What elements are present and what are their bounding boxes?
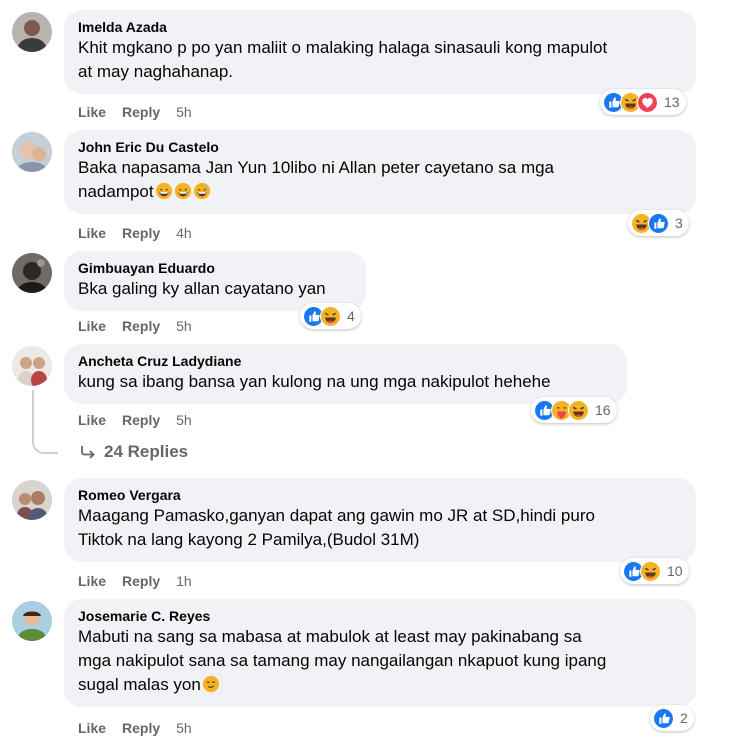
comment-text: Maagang Pamasko,ganyan dapat ang gawin m… [78, 506, 595, 525]
comment-text-part: sugal malas yon [78, 675, 201, 694]
comment-actions: Like Reply 5h [78, 719, 192, 737]
comment-bubble: Romeo Vergara Maagang Pamasko,ganyan dap… [64, 478, 696, 562]
like-button[interactable]: Like [78, 104, 106, 120]
comment-bubble: John Eric Du Castelo Baka napasama Jan Y… [64, 130, 696, 214]
comment-author[interactable]: Romeo Vergara [78, 486, 682, 504]
reaction-icons [603, 91, 658, 113]
avatar[interactable] [12, 601, 52, 641]
haha-icon [320, 305, 341, 327]
comment-bubble: Gimbuayan Eduardo Bka galing ky allan ca… [64, 251, 366, 311]
reactions-summary[interactable]: 13 [600, 89, 686, 115]
comment-text: Bka galing ky allan cayatano yan [78, 279, 326, 298]
comment-text-part: nadampot [78, 182, 154, 201]
comment-actions: Like Reply 5h [78, 103, 192, 121]
haha-icon [640, 560, 661, 582]
avatar[interactable] [12, 346, 52, 386]
timestamp[interactable]: 5h [176, 412, 192, 428]
comment-actions: Like Reply 1h [78, 572, 192, 590]
reactions-summary[interactable]: 10 [620, 558, 689, 584]
reactions-summary[interactable]: 3 [628, 210, 689, 236]
comment-bubble: Ancheta Cruz Ladydiane kung sa ibang ban… [64, 344, 627, 404]
like-button[interactable]: Like [78, 412, 106, 428]
reaction-icons [653, 707, 674, 729]
like-icon [653, 707, 674, 729]
love-icon [637, 91, 658, 113]
haha-icon [568, 399, 589, 421]
grinning-emoji-icon [155, 182, 172, 200]
reply-button[interactable]: Reply [122, 412, 160, 428]
timestamp[interactable]: 5h [176, 318, 192, 334]
smirk-emoji-icon [202, 675, 219, 693]
timestamp[interactable]: 5h [176, 104, 192, 120]
comment-text: kung sa ibang bansa yan kulong na ung mg… [78, 372, 551, 391]
reply-button[interactable]: Reply [122, 720, 160, 736]
reply-arrow-icon [81, 446, 95, 459]
comment-author[interactable]: John Eric Du Castelo [78, 138, 682, 156]
reply-button[interactable]: Reply [122, 573, 160, 589]
comment-text: Tiktok na lang kayong 2 Pamilya,(Budol 3… [78, 530, 420, 549]
reaction-count: 10 [667, 563, 683, 579]
avatar[interactable] [12, 480, 52, 520]
like-button[interactable]: Like [78, 720, 106, 736]
comment-text: Mabuti na sang sa mabasa at mabulok at l… [78, 627, 582, 646]
comment-actions: Like Reply 5h [78, 317, 192, 335]
comment-text: nadampot [78, 180, 682, 204]
reply-button[interactable]: Reply [122, 318, 160, 334]
reaction-icons [534, 399, 589, 421]
avatar[interactable] [12, 12, 52, 52]
view-replies-button[interactable]: 24 Replies [80, 441, 188, 463]
timestamp[interactable]: 5h [176, 720, 192, 736]
reaction-count: 16 [595, 402, 611, 418]
like-button[interactable]: Like [78, 573, 106, 589]
thread-connector [32, 432, 58, 454]
comment-text: sugal malas yon [78, 673, 682, 697]
reaction-count: 3 [675, 215, 683, 231]
thread-line [32, 390, 34, 432]
comment-bubble: Josemarie C. Reyes Mabuti na sang sa mab… [64, 599, 696, 707]
comment-text: at may naghahanap. [78, 62, 234, 81]
like-button[interactable]: Like [78, 318, 106, 334]
grinning-sweat-emoji-icon [193, 182, 210, 200]
comment-author[interactable]: Josemarie C. Reyes [78, 607, 682, 625]
timestamp[interactable]: 1h [176, 573, 192, 589]
reaction-count: 2 [680, 710, 688, 726]
comment-text: Khit mgkano p po yan maliit o malaking h… [78, 38, 608, 57]
comment-author[interactable]: Gimbuayan Eduardo [78, 259, 352, 277]
reaction-count: 4 [347, 308, 355, 324]
reactions-summary[interactable]: 2 [650, 705, 694, 731]
reaction-count: 13 [664, 94, 680, 110]
comment-text: mga nakipulot sana sa tamang may nangail… [78, 651, 607, 670]
reactions-summary[interactable]: 16 [531, 397, 617, 423]
comment-actions: Like Reply 4h [78, 224, 192, 242]
reaction-icons [631, 212, 669, 234]
reply-button[interactable]: Reply [122, 104, 160, 120]
timestamp[interactable]: 4h [176, 225, 192, 241]
like-button[interactable]: Like [78, 225, 106, 241]
reaction-icons [623, 560, 661, 582]
comment-bubble: Imelda Azada Khit mgkano p po yan maliit… [64, 10, 696, 94]
comment-text: Baka napasama Jan Yun 10libo ni Allan pe… [78, 158, 555, 177]
avatar[interactable] [12, 253, 52, 293]
avatar[interactable] [12, 132, 52, 172]
reaction-icons [303, 305, 341, 327]
grinning-emoji-icon [174, 182, 191, 200]
replies-count: 24 Replies [104, 442, 189, 461]
comment-author[interactable]: Ancheta Cruz Ladydiane [78, 352, 613, 370]
comment-actions: Like Reply 5h [78, 411, 192, 429]
comment-author[interactable]: Imelda Azada [78, 18, 682, 36]
like-icon [648, 212, 669, 234]
reply-button[interactable]: Reply [122, 225, 160, 241]
reactions-summary[interactable]: 4 [300, 303, 361, 329]
